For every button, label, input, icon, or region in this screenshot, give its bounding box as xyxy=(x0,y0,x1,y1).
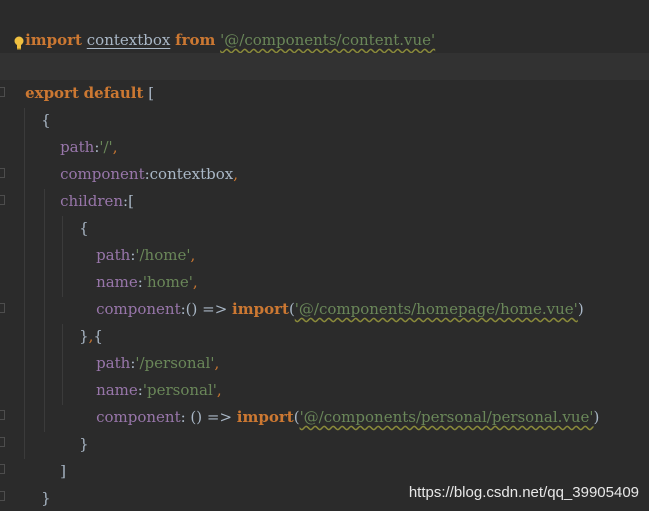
code-line-9[interactable]: path:'/home', xyxy=(0,215,649,264)
code-line-12[interactable]: },{ xyxy=(0,296,649,345)
code-editor[interactable]: import contextbox from '@/components/con… xyxy=(0,0,649,511)
code-line-6[interactable]: component:contextbox, xyxy=(0,134,649,183)
code-line-5[interactable]: path:'/', xyxy=(0,107,649,156)
code-line-4[interactable]: { xyxy=(0,80,649,129)
code-line-3[interactable]: export default [ xyxy=(0,53,649,102)
code-line-18[interactable]: } xyxy=(0,458,649,507)
watermark: https://blog.csdn.net/qq_39905409 xyxy=(408,484,639,501)
code-line-11[interactable]: component:() => import('@/components/hom… xyxy=(0,269,649,318)
keyword: from xyxy=(175,31,216,49)
identifier: contextbox xyxy=(86,31,171,49)
code-line-13[interactable]: path:'/personal', xyxy=(0,323,649,372)
code-line-8[interactable]: { xyxy=(0,188,649,237)
code-line-15[interactable]: component: () => import('@/components/pe… xyxy=(0,377,649,426)
code-line-1[interactable]: import contextbox from '@/components/con… xyxy=(0,0,649,49)
code-line-7[interactable]: children:[ xyxy=(0,161,649,210)
code-line-16[interactable]: } xyxy=(0,404,649,453)
string-literal: '@/components/content.vue' xyxy=(220,31,436,49)
keyword: import xyxy=(25,31,82,49)
code-line-10[interactable]: name:'home', xyxy=(0,242,649,291)
code-line-14[interactable]: name:'personal', xyxy=(0,350,649,399)
code-line-17[interactable]: ] xyxy=(0,431,649,480)
